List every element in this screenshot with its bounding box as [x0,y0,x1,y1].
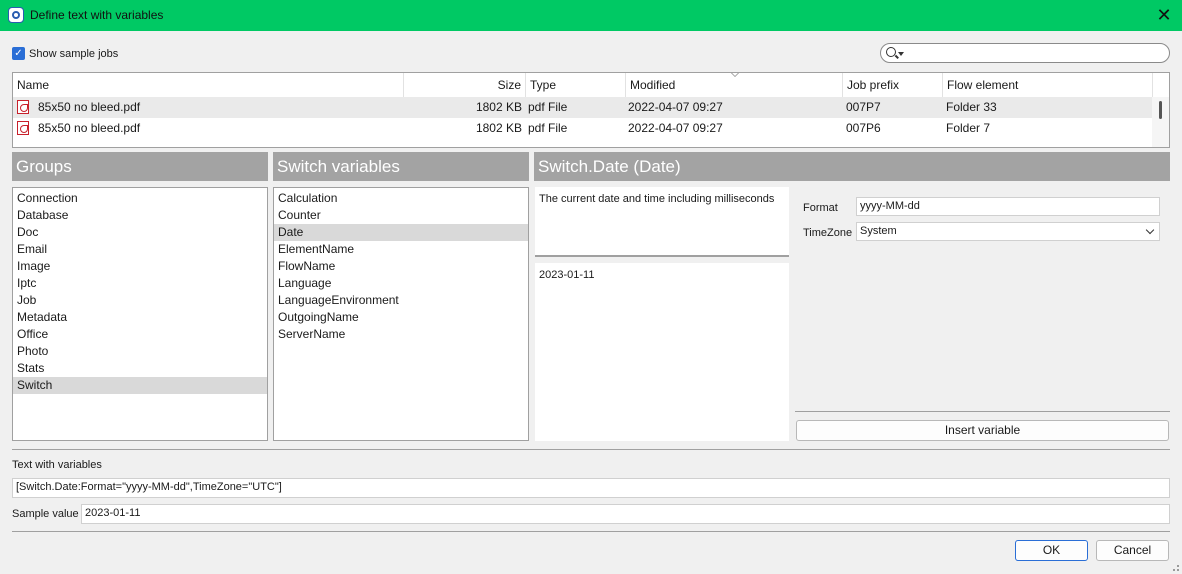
variable-list-item[interactable]: Date [274,224,528,241]
sample-jobs-table[interactable]: Name Size Type Modified Job prefix Flow … [12,72,1170,148]
text-with-variables-label: Text with variables [12,459,102,471]
cell-job-prefix: 007P6 [846,121,881,135]
sample-value-label: Sample value [12,508,79,520]
group-list-item[interactable]: Database [13,207,267,224]
resize-grip[interactable] [1169,561,1179,571]
group-list-item[interactable]: Photo [13,343,267,360]
variable-description: The current date and time including mill… [535,187,789,257]
group-list-item[interactable]: Job [13,292,267,309]
divider [12,531,1170,532]
search-dropdown-icon[interactable] [898,52,904,56]
variable-list-item[interactable]: ServerName [274,326,528,343]
variable-detail-header: Switch.Date (Date) [534,152,1170,181]
title-bar: Define text with variables ✕ [0,0,1182,31]
cell-type: pdf File [528,100,568,114]
timezone-label: TimeZone [803,227,853,239]
group-list-item[interactable]: Doc [13,224,267,241]
group-list-item[interactable]: Image [13,258,267,275]
variable-list-item[interactable]: ElementName [274,241,528,258]
table-row[interactable]: 85x50 no bleed.pdf 1802 KB pdf File 2022… [13,97,1153,118]
variables-header: Switch variables [273,152,529,181]
group-list-item[interactable]: Switch [13,377,267,394]
ok-button[interactable]: OK [1015,540,1088,561]
variables-list[interactable]: Calculation Counter Date ElementName FlowNam… [273,187,529,441]
format-input[interactable]: yyyy-MM-dd [856,197,1160,216]
divider [795,411,1170,412]
cell-name: 85x50 no bleed.pdf [38,121,141,135]
cell-flow-element: Folder 33 [946,100,997,114]
sort-indicator-icon [731,73,739,77]
pdf-file-icon [17,100,29,114]
checkbox-checked-icon[interactable]: ✓ [12,47,25,60]
cell-flow-element: Folder 7 [946,121,991,135]
format-label: Format [803,202,838,214]
variable-list-item[interactable]: OutgoingName [274,309,528,326]
table-header: Name Size Type Modified Job prefix Flow … [13,73,1153,97]
column-header-name[interactable]: Name [13,73,404,97]
chevron-down-icon[interactable] [1145,225,1155,235]
variable-list-item[interactable]: Counter [274,207,528,224]
cancel-button[interactable]: Cancel [1096,540,1169,561]
table-row[interactable]: 85x50 no bleed.pdf 1802 KB pdf File 2022… [13,118,1153,139]
column-header-size[interactable]: Size [404,73,526,97]
cell-modified: 2022-04-07 09:27 [628,121,723,135]
variable-list-item[interactable]: LanguageEnvironment [274,292,528,309]
cell-type: pdf File [528,121,568,135]
group-list-item[interactable]: Metadata [13,309,267,326]
cell-name: 85x50 no bleed.pdf [38,100,141,114]
group-list-item[interactable]: Email [13,241,267,258]
timezone-selected-value: System [860,225,897,237]
timezone-select[interactable]: System [856,222,1160,241]
variable-sample-output: 2023-01-11 [535,263,789,441]
app-icon [8,7,24,23]
table-scrollbar[interactable] [1152,97,1169,147]
column-header-job-prefix[interactable]: Job prefix [843,73,943,97]
cell-size: 1802 KB [475,100,522,114]
pdf-file-icon [17,121,29,135]
search-input[interactable] [880,43,1170,63]
groups-header: Groups [12,152,268,181]
show-sample-jobs-checkbox[interactable]: ✓ Show sample jobs [12,47,118,60]
variable-list-item[interactable]: Language [274,275,528,292]
groups-list[interactable]: Connection Database Doc Email Image Iptc Job Me… [12,187,268,441]
group-list-item[interactable]: Connection [13,190,267,207]
cell-job-prefix: 007P7 [846,100,881,114]
sample-value-field: 2023-01-11 [81,504,1170,524]
variable-list-item[interactable]: FlowName [274,258,528,275]
divider [12,449,1170,450]
group-list-item[interactable]: Iptc [13,275,267,292]
group-list-item[interactable]: Stats [13,360,267,377]
window-title: Define text with variables [30,8,164,22]
cell-size: 1802 KB [475,121,522,135]
group-list-item[interactable]: Office [13,326,267,343]
text-with-variables-input[interactable]: [Switch.Date:Format="yyyy-MM-dd",TimeZon… [12,478,1170,498]
column-header-type[interactable]: Type [526,73,626,97]
search-icon[interactable] [886,47,896,57]
show-sample-jobs-label: Show sample jobs [29,47,119,60]
insert-variable-button[interactable]: Insert variable [796,420,1169,441]
close-icon[interactable]: ✕ [1154,5,1174,25]
cell-modified: 2022-04-07 09:27 [628,100,723,114]
variable-list-item[interactable]: Calculation [274,190,528,207]
scrollbar-thumb[interactable] [1159,101,1162,119]
column-header-flow-element[interactable]: Flow element [943,73,1153,97]
